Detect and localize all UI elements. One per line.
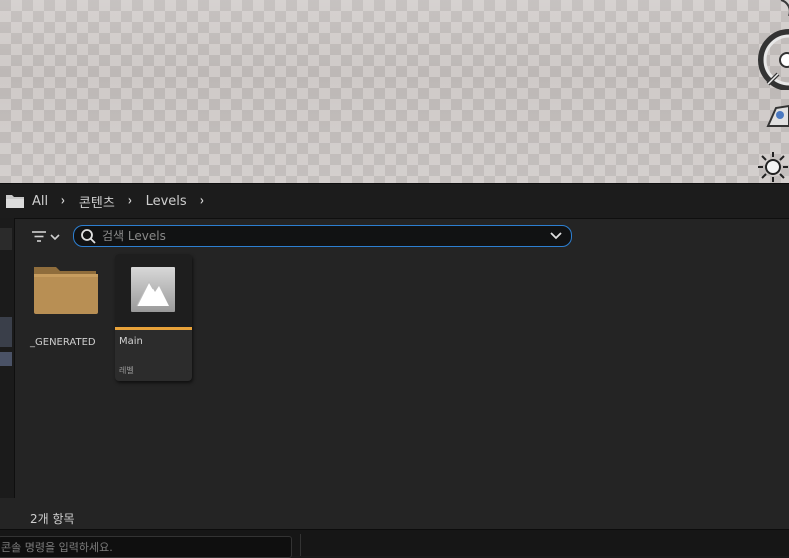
- asset-type-accent: [115, 327, 192, 330]
- search-input[interactable]: [102, 229, 549, 243]
- viewport-floor-grid: [0, 0, 789, 183]
- sky-sphere-icon[interactable]: [754, 28, 789, 90]
- chevron-right-icon[interactable]: ›: [61, 193, 65, 209]
- folder-icon: [34, 267, 98, 314]
- level-thumbnail-icon: [131, 267, 175, 312]
- directional-light-icon[interactable]: [764, 100, 789, 130]
- sources-row-highlight[interactable]: [0, 352, 12, 366]
- point-light-icon[interactable]: [757, 150, 789, 183]
- folder-tile[interactable]: _GENERATED: [30, 265, 104, 355]
- sources-row-selected[interactable]: [0, 317, 12, 347]
- asset-name: Main: [119, 336, 143, 347]
- chevron-right-icon[interactable]: ›: [128, 193, 132, 209]
- breadcrumb-item-content[interactable]: 콘텐츠: [79, 192, 115, 211]
- sources-row[interactable]: [0, 228, 12, 250]
- level-asset-tile[interactable]: Main 레벨: [115, 254, 192, 381]
- viewport-gizmo-top-icon[interactable]: [779, 0, 789, 18]
- status-bar: [0, 529, 789, 558]
- level-viewport[interactable]: [0, 0, 789, 183]
- asset-view[interactable]: _GENERATED Main 레벨: [14, 253, 789, 513]
- breadcrumb: All › 콘텐츠 › Levels ›: [0, 183, 789, 219]
- asset-type: 레벨: [119, 366, 134, 375]
- chevron-down-icon[interactable]: [549, 231, 563, 241]
- level-thumbnail: [115, 254, 192, 327]
- item-count: 2개 항목: [30, 512, 75, 526]
- filter-icon[interactable]: [30, 228, 64, 246]
- breadcrumb-item-all[interactable]: All: [32, 194, 48, 209]
- search-box[interactable]: [73, 225, 572, 247]
- folder-icon[interactable]: [6, 194, 24, 208]
- content-browser: All › 콘텐츠 › Levels › 검색 Levels _GENERATE…: [0, 183, 789, 529]
- status-divider: [300, 534, 301, 556]
- breadcrumb-item-levels[interactable]: Levels: [146, 194, 187, 209]
- folder-name: _GENERATED: [30, 337, 96, 348]
- chevron-right-icon[interactable]: ›: [200, 193, 204, 209]
- sources-panel-collapsed[interactable]: [0, 218, 15, 498]
- search-icon: [81, 229, 96, 244]
- console-input[interactable]: [0, 540, 291, 554]
- content-toolbar: [14, 218, 789, 252]
